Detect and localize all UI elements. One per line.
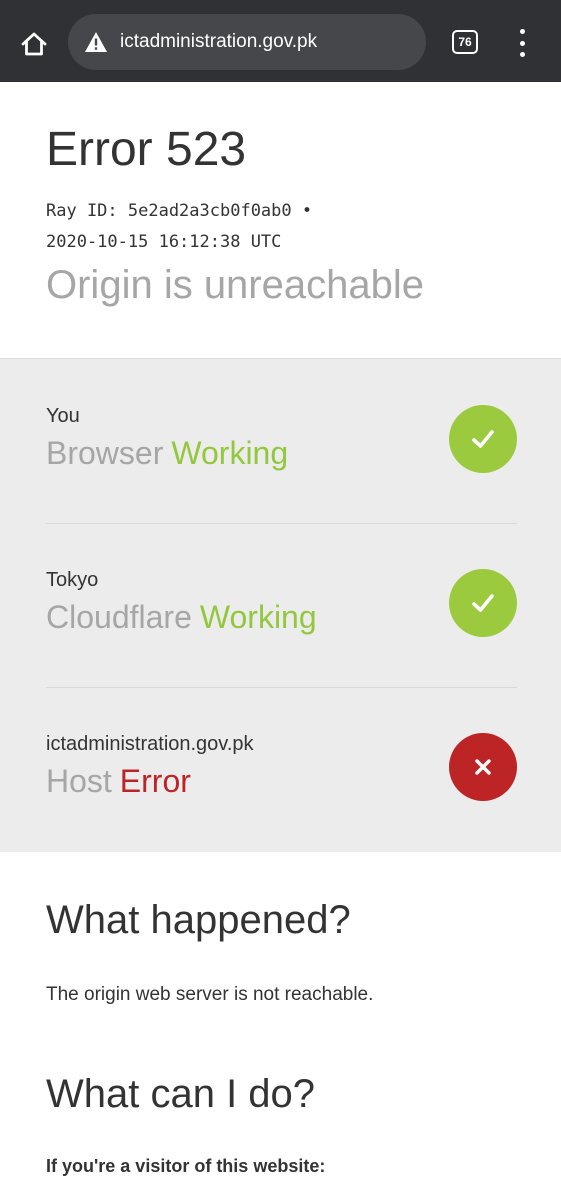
status-row-host: ictadministration.gov.pk Host Error: [46, 687, 517, 851]
tab-switcher-button[interactable]: 76: [452, 30, 478, 54]
status-location: ictadministration.gov.pk: [46, 733, 254, 755]
status-location: You: [46, 405, 80, 427]
ray-id-line: Ray ID: 5e2ad2a3cb0f0ab0 •: [46, 201, 313, 221]
status-row-cloudflare: Tokyo Cloudflare Working: [46, 523, 517, 687]
error-subtitle: Origin is unreachable: [46, 263, 424, 307]
status-panel: You Browser Working Tokyo Cloudflare Worki…: [0, 358, 561, 852]
status-state: Working: [199, 599, 317, 635]
what-can-i-do-heading: What can I do?: [46, 1072, 316, 1116]
status-kind: Cloudflare: [46, 599, 192, 635]
tab-count: 76: [458, 35, 472, 49]
status-location: Tokyo: [46, 569, 99, 591]
warning-icon[interactable]: [84, 30, 108, 54]
home-icon: [21, 32, 47, 56]
address-bar[interactable]: ictadministration.gov.pk: [68, 14, 426, 70]
status-kind: Browser: [46, 435, 164, 471]
what-happened-text: The origin web server is not reachable.: [46, 984, 374, 1005]
visitor-label: If you're a visitor of this website:: [46, 1156, 326, 1176]
status-state: Working: [171, 435, 289, 471]
status-state: Error: [119, 763, 191, 799]
check-icon: [449, 569, 517, 637]
status-kind: Host: [46, 763, 112, 799]
error-x-icon: [449, 733, 517, 801]
browser-toolbar: ictadministration.gov.pk 76: [0, 0, 561, 82]
error-header: Error 523 Ray ID: 5e2ad2a3cb0f0ab0 • 202…: [0, 82, 561, 358]
page-title: Error 523: [46, 123, 247, 176]
ray-id: Ray ID: 5e2ad2a3cb0f0ab0 • 2020-10-15 16…: [46, 196, 312, 258]
home-button[interactable]: [14, 24, 54, 64]
timestamp: 2020-10-15 16:12:38 UTC: [46, 232, 282, 252]
what-happened-heading: What happened?: [46, 898, 351, 942]
check-icon: [449, 405, 517, 473]
status-row-browser: You Browser Working: [46, 359, 517, 523]
more-vert-icon[interactable]: [508, 28, 536, 58]
content-section: What happened? The origin web server is …: [0, 852, 561, 1200]
url-text: ictadministration.gov.pk: [120, 31, 318, 52]
